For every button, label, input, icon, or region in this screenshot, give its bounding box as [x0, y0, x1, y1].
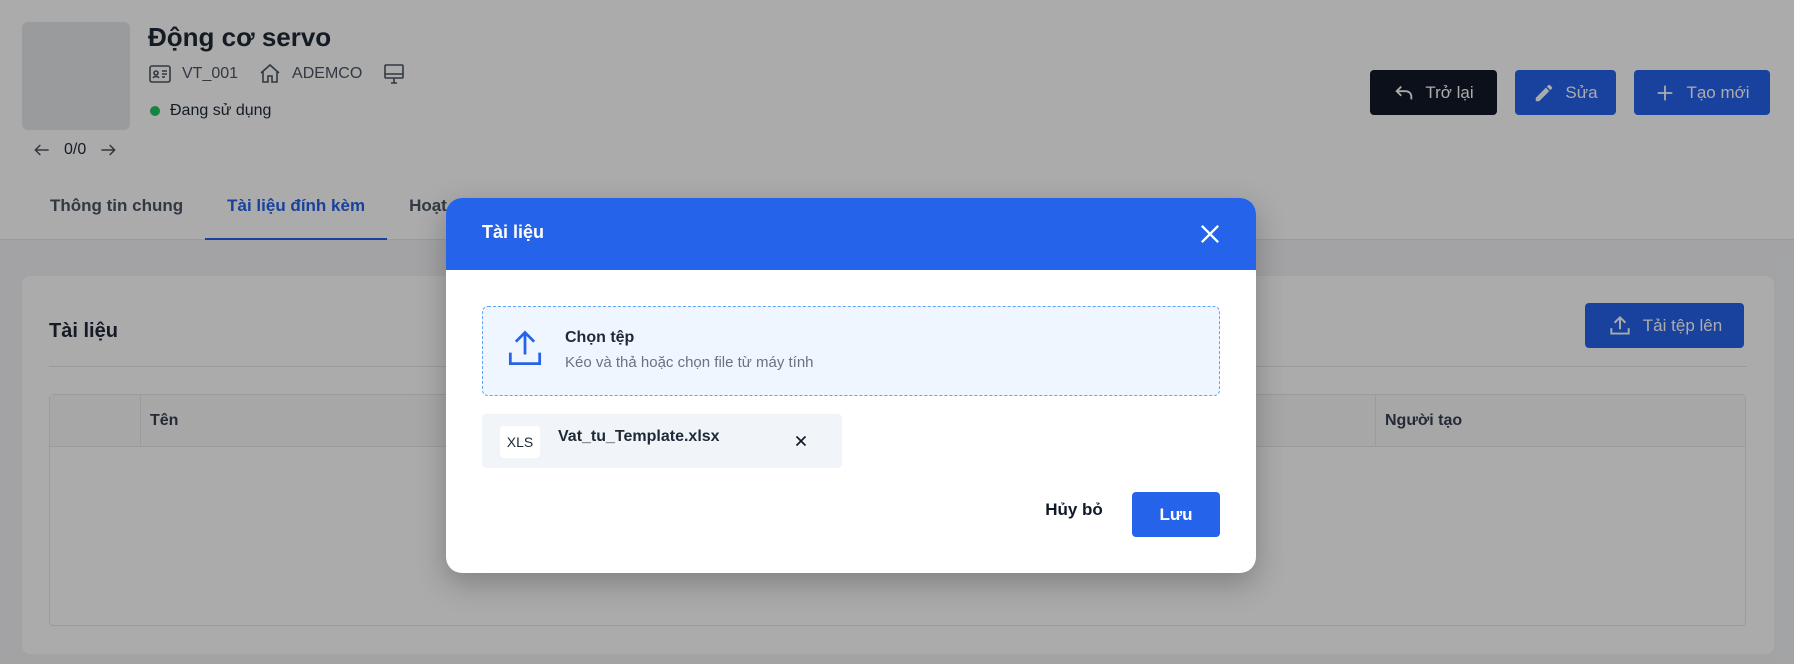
- file-name: Vat_tu_Template.xlsx: [558, 428, 720, 445]
- file-dropzone[interactable]: Chọn tệp Kéo và thả hoặc chọn file từ má…: [482, 306, 1220, 396]
- documents-modal: Tài liệu Chọn tệp Kéo và thả hoặc chọn f…: [446, 198, 1256, 573]
- dropzone-title: Chọn tệp: [565, 329, 635, 346]
- dropzone-subtitle: Kéo và thả hoặc chọn file từ máy tính: [565, 354, 814, 371]
- selected-file-item: XLS Vat_tu_Template.xlsx: [482, 414, 842, 468]
- upload-icon: [508, 330, 542, 366]
- remove-file-icon[interactable]: [792, 432, 810, 450]
- close-icon[interactable]: [1196, 220, 1224, 248]
- modal-title: Tài liệu: [482, 222, 545, 242]
- save-button[interactable]: Lưu: [1132, 492, 1220, 537]
- cancel-button[interactable]: Hủy bỏ: [1036, 488, 1112, 532]
- file-type-badge: XLS: [500, 426, 540, 458]
- modal-header: Tài liệu: [446, 198, 1256, 270]
